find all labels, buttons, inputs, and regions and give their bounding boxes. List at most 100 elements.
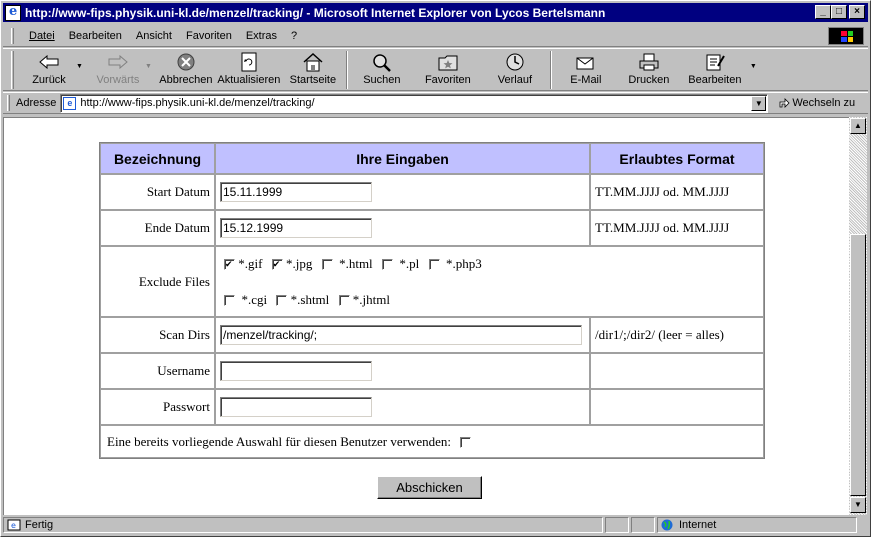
stop-button[interactable]: Abbrechen <box>158 49 214 89</box>
exclude-files-options: *.gif *.jpg *.html *.pl *.php3 *.cgi *.s… <box>215 246 764 317</box>
stop-icon <box>175 52 197 72</box>
edit-button[interactable]: Bearbeiten <box>682 49 748 89</box>
header-bezeichnung: Bezeichnung <box>100 143 215 174</box>
password-label: Passwort <box>100 389 215 425</box>
checkbox-jhtml-label: *.jhtml <box>352 291 390 307</box>
username-input[interactable] <box>220 361 372 381</box>
menu-favoriten[interactable]: Favoriten <box>179 30 239 42</box>
start-date-input[interactable] <box>220 182 372 202</box>
refresh-icon <box>238 52 260 72</box>
checkbox-jhtml[interactable] <box>338 295 350 307</box>
search-icon <box>371 52 393 72</box>
refresh-button[interactable]: Aktualisieren <box>214 49 284 89</box>
checkbox-shtml-label: *.shtml <box>290 291 330 307</box>
printer-icon <box>638 52 660 72</box>
menu-grip <box>11 27 14 44</box>
status-cell-1 <box>605 517 629 533</box>
address-bar: Adresse e http://www-fips.physik.uni-kl.… <box>3 92 868 114</box>
edit-dropdown-icon[interactable]: ▼ <box>750 63 757 70</box>
status-zone-cell: Internet <box>657 517 857 533</box>
checkbox-shtml[interactable] <box>276 295 288 307</box>
checkbox-html[interactable] <box>321 259 333 271</box>
checkbox-cgi[interactable] <box>224 295 235 307</box>
header-format: Erlaubtes Format <box>590 143 764 174</box>
history-button[interactable]: Verlauf <box>484 49 546 89</box>
windows-logo <box>828 27 864 45</box>
checkbox-gif[interactable] <box>224 259 235 271</box>
standard-toolbar: Zurück ▼ Vorwärts ▼ Abbrechen Aktualisie… <box>3 48 868 91</box>
maximize-button[interactable]: □ <box>831 5 847 19</box>
window-title: http://www-fips.physik.uni-kl.de/menzel/… <box>25 5 606 20</box>
menu-bearbeiten[interactable]: Bearbeiten <box>62 30 129 42</box>
exclude-files-label: Exclude Files <box>100 246 215 317</box>
menu-help[interactable]: ? <box>284 30 304 42</box>
end-date-input[interactable] <box>220 218 372 238</box>
edit-icon <box>704 52 726 72</box>
status-text: Fertig <box>25 519 54 531</box>
checkbox-jpg-label: *.jpg <box>285 255 313 271</box>
checkbox-php3[interactable] <box>428 259 440 271</box>
favorites-icon <box>437 52 459 72</box>
ie-icon <box>5 4 21 21</box>
submit-button[interactable]: Abschicken <box>377 476 482 499</box>
forward-button[interactable]: Vorwärts <box>89 49 147 89</box>
globe-icon <box>661 519 673 531</box>
status-bar: e Fertig Internet <box>3 516 868 534</box>
status-cell-2 <box>631 517 655 533</box>
address-dropdown-icon[interactable]: ▼ <box>751 95 767 111</box>
scan-dirs-input[interactable] <box>220 325 582 345</box>
home-button[interactable]: Startseite <box>284 49 342 89</box>
checkbox-gif-label: *.gif <box>238 255 263 271</box>
scroll-thumb[interactable] <box>850 234 866 496</box>
header-eingaben: Ihre Eingaben <box>215 143 590 174</box>
checkbox-pl[interactable] <box>381 259 393 271</box>
svg-text:e: e <box>11 521 16 530</box>
print-button[interactable]: Drucken <box>616 49 682 89</box>
checkbox-pl-label: *.pl <box>399 255 420 271</box>
scroll-down-icon[interactable]: ▼ <box>850 497 866 513</box>
checkbox-cgi-label: *.cgi <box>241 291 268 307</box>
scan-dirs-label: Scan Dirs <box>100 317 215 353</box>
menu-extras[interactable]: Extras <box>239 30 284 42</box>
mail-button[interactable]: E-Mail <box>556 49 616 89</box>
history-icon <box>504 52 526 72</box>
close-button[interactable]: × <box>849 5 865 19</box>
checkbox-jpg[interactable] <box>271 259 283 271</box>
forward-arrow-icon <box>107 52 129 72</box>
toolbar-separator-2 <box>549 51 552 89</box>
browser-window: http://www-fips.physik.uni-kl.de/menzel/… <box>0 0 871 537</box>
home-icon <box>302 52 324 72</box>
back-dropdown-icon[interactable]: ▼ <box>76 63 83 70</box>
start-date-label: Start Datum <box>100 174 215 210</box>
security-zone: Internet <box>679 519 717 531</box>
username-label: Username <box>100 353 215 389</box>
page-content: Bezeichnung Ihre Eingaben Erlaubtes Form… <box>3 117 849 515</box>
scroll-up-icon[interactable]: ▲ <box>850 118 866 134</box>
checkbox-php3-label: *.php3 <box>446 255 482 271</box>
menu-datei[interactable]: Datei <box>22 30 62 42</box>
address-input[interactable]: e http://www-fips.physik.uni-kl.de/menze… <box>60 93 769 113</box>
end-date-format: TT.MM.JJJJ od. MM.JJJJ <box>590 210 764 246</box>
favorites-button[interactable]: Favoriten <box>412 49 484 89</box>
exclude-row-2: *.cgi *.shtml *.jhtml <box>224 292 755 308</box>
address-url: http://www-fips.physik.uni-kl.de/menzel/… <box>80 97 315 109</box>
minimize-button[interactable]: _ <box>815 5 831 19</box>
go-button[interactable]: Wechseln zu <box>778 97 855 109</box>
reuse-selection-row: Eine bereits vorliegende Auswahl für die… <box>100 425 764 458</box>
page-status-icon: e <box>7 519 21 531</box>
back-arrow-icon <box>38 52 60 72</box>
search-button[interactable]: Suchen <box>352 49 412 89</box>
checkbox-html-label: *.html <box>339 255 373 271</box>
vertical-scrollbar[interactable]: ▲ ▼ <box>849 117 867 515</box>
reuse-selection-checkbox[interactable] <box>460 437 472 449</box>
page-icon: e <box>63 96 77 110</box>
toolbar-separator <box>345 51 348 89</box>
forward-dropdown-icon[interactable]: ▼ <box>145 63 152 70</box>
start-date-format: TT.MM.JJJJ od. MM.JJJJ <box>590 174 764 210</box>
go-arrow-icon <box>779 98 790 108</box>
menu-ansicht[interactable]: Ansicht <box>129 30 179 42</box>
reuse-selection-label: Eine bereits vorliegende Auswahl für die… <box>107 433 452 449</box>
username-format <box>590 353 764 389</box>
back-button[interactable]: Zurück <box>20 49 78 89</box>
password-input[interactable] <box>220 397 372 417</box>
